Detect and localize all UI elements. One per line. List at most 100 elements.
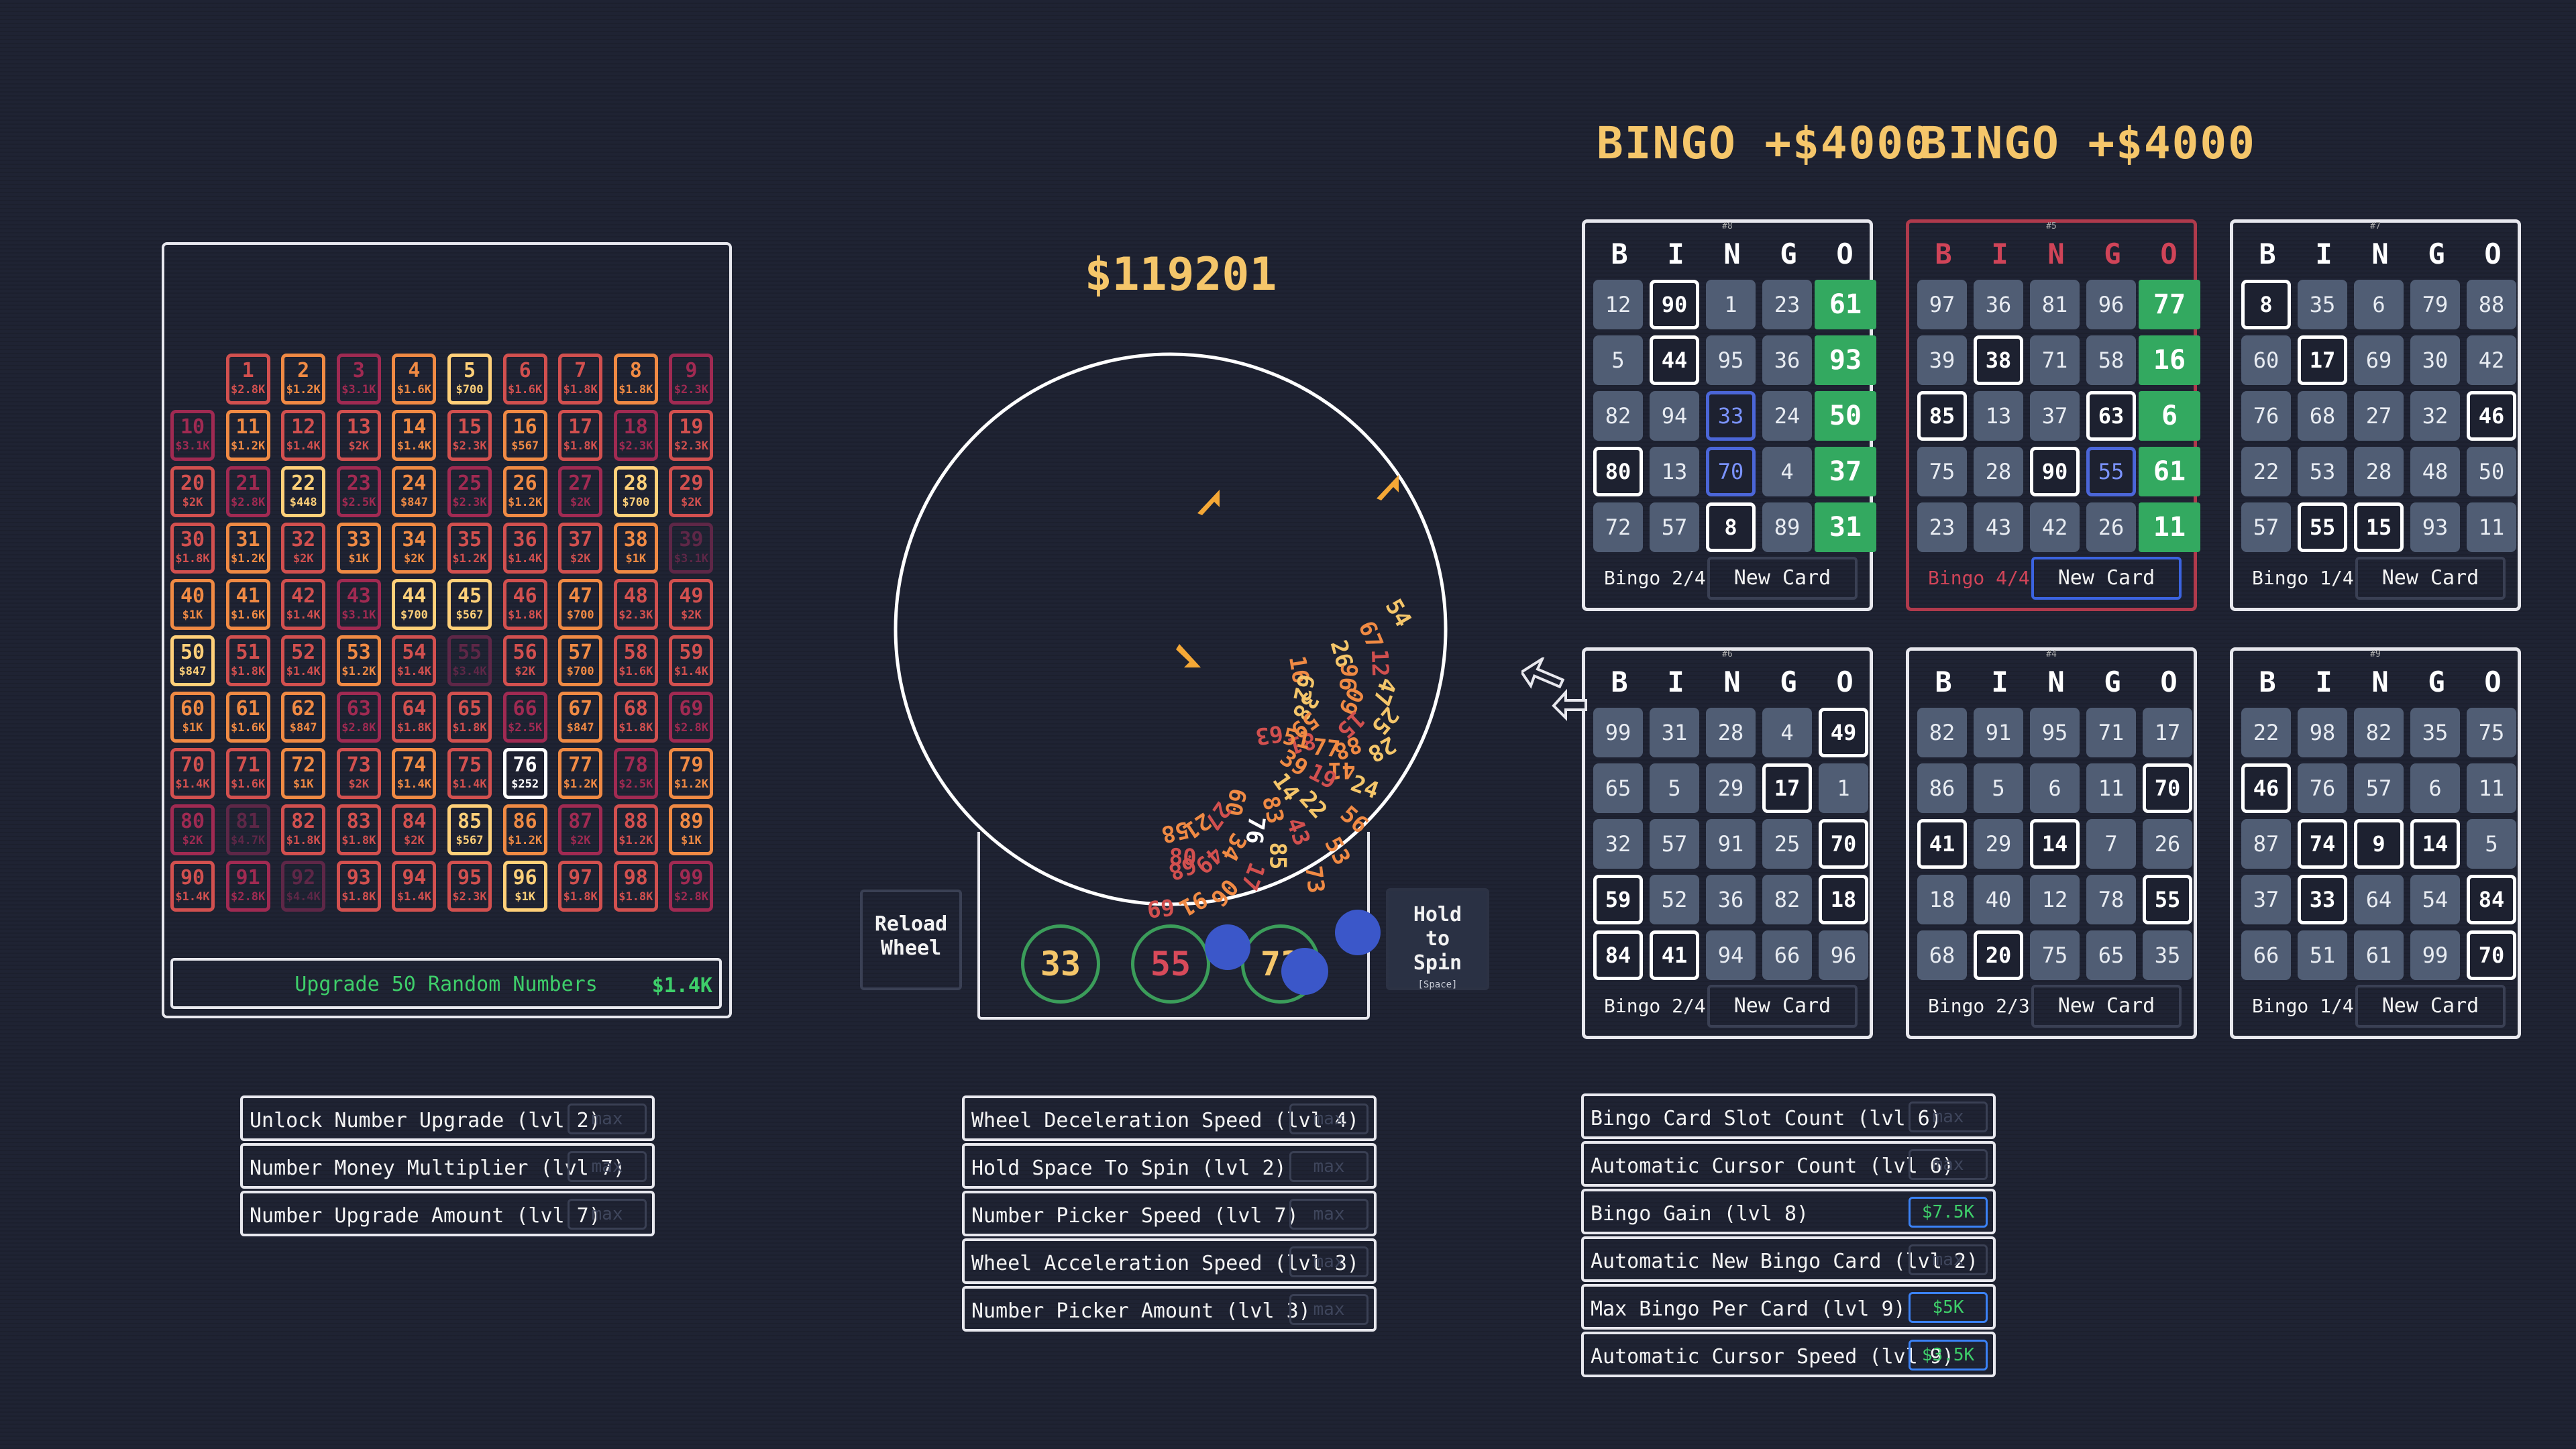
bingo-square[interactable]: 33: [1706, 391, 1756, 441]
number-cell[interactable]: 27 $2K: [558, 466, 603, 517]
bingo-square[interactable]: 36: [1762, 335, 1812, 385]
bingo-square[interactable]: 72: [1593, 502, 1643, 552]
bingo-square[interactable]: 25: [1762, 819, 1812, 869]
bingo-square[interactable]: 4: [1762, 708, 1812, 757]
number-cell[interactable]: 56 $2K: [502, 635, 547, 686]
bingo-square[interactable]: 35: [2410, 708, 2460, 757]
number-cell[interactable]: 21 $2.8K: [225, 466, 270, 517]
number-cell[interactable]: 48 $2.3K: [613, 579, 658, 630]
number-cell[interactable]: 69 $2.8K: [669, 692, 714, 743]
bingo-square[interactable]: 27: [2354, 391, 2404, 441]
number-cell[interactable]: 17 $1.8K: [558, 410, 603, 461]
bingo-square[interactable]: 46: [2467, 391, 2516, 441]
number-cell[interactable]: 6 $1.6K: [502, 354, 547, 405]
number-cell[interactable]: 41 $1.6K: [225, 579, 270, 630]
bingo-square[interactable]: 36: [1974, 280, 2023, 329]
bingo-square[interactable]: 70: [2467, 930, 2516, 980]
hold-to-spin-button[interactable]: Hold to Spin [Space]: [1386, 888, 1489, 990]
bingo-square[interactable]: 9: [2354, 819, 2404, 869]
bingo-square[interactable]: 53: [2298, 447, 2347, 496]
bingo-square[interactable]: 17: [2143, 708, 2192, 757]
number-cell[interactable]: 32 $2K: [281, 523, 326, 574]
bingo-square[interactable]: 35: [2143, 930, 2192, 980]
upgrade-row[interactable]: Number Money Multiplier (lvl 7) max: [240, 1143, 655, 1189]
bingo-square[interactable]: 50: [1815, 391, 1876, 441]
number-cell[interactable]: 36 $1.4K: [502, 523, 547, 574]
bingo-square[interactable]: 65: [1593, 763, 1643, 813]
bingo-square[interactable]: 5: [1650, 763, 1699, 813]
number-cell[interactable]: 98 $1.8K: [613, 861, 658, 912]
upgrade-row[interactable]: Unlock Number Upgrade (lvl 2) max: [240, 1095, 655, 1141]
bingo-square[interactable]: 4: [1762, 447, 1812, 496]
bingo-square[interactable]: 12: [2030, 875, 2080, 924]
number-cell[interactable]: 61 $1.6K: [225, 692, 270, 743]
bingo-square[interactable]: 63: [2086, 391, 2136, 441]
bingo-square[interactable]: 68: [1917, 930, 1967, 980]
upgrade-row[interactable]: Number Upgrade Amount (lvl 7) max: [240, 1191, 655, 1236]
bingo-square[interactable]: 42: [2030, 502, 2080, 552]
bingo-square[interactable]: 52: [1650, 875, 1699, 924]
number-cell[interactable]: 86 $1.2K: [502, 804, 547, 855]
number-cell[interactable]: 96 $1K: [502, 861, 547, 912]
number-cell[interactable]: 67 $847: [558, 692, 603, 743]
bingo-square[interactable]: 75: [2467, 708, 2516, 757]
bingo-square[interactable]: 22: [2241, 708, 2291, 757]
bingo-square[interactable]: 91: [1974, 708, 2023, 757]
number-cell[interactable]: 53 $1.2K: [336, 635, 381, 686]
bingo-square[interactable]: 1: [1819, 763, 1868, 813]
number-cell[interactable]: 78 $2.5K: [613, 748, 658, 799]
bingo-square[interactable]: 71: [2086, 708, 2136, 757]
bingo-square[interactable]: 82: [2354, 708, 2404, 757]
number-cell[interactable]: 44 $700: [392, 579, 437, 630]
bingo-square[interactable]: 31: [1815, 502, 1876, 552]
upgrade-cost-button[interactable]: max: [1289, 1246, 1368, 1277]
upgrade-cost-button[interactable]: max: [1289, 1151, 1368, 1182]
bingo-square[interactable]: 18: [1917, 875, 1967, 924]
bingo-square[interactable]: 70: [1706, 447, 1756, 496]
bingo-square[interactable]: 6: [2354, 280, 2404, 329]
bingo-square[interactable]: 93: [2410, 502, 2460, 552]
number-cell[interactable]: 83 $1.8K: [336, 804, 381, 855]
bingo-square[interactable]: 41: [1650, 930, 1699, 980]
number-cell[interactable]: 59 $1.4K: [669, 635, 714, 686]
bingo-square[interactable]: 32: [2410, 391, 2460, 441]
number-cell[interactable]: 50 $847: [170, 635, 215, 686]
bingo-square[interactable]: 70: [1819, 819, 1868, 869]
bingo-square[interactable]: 55: [2086, 447, 2136, 496]
number-cell[interactable]: 30 $1.8K: [170, 523, 215, 574]
bingo-square[interactable]: 69: [2354, 335, 2404, 385]
number-cell[interactable]: 34 $2K: [392, 523, 437, 574]
number-cell[interactable]: 75 $1.4K: [447, 748, 492, 799]
number-cell[interactable]: 84 $2K: [392, 804, 437, 855]
number-cell[interactable]: 31 $1.2K: [225, 523, 270, 574]
bingo-square[interactable]: 36: [1706, 875, 1756, 924]
bingo-square[interactable]: 11: [2467, 763, 2516, 813]
number-cell[interactable]: 80 $2K: [170, 804, 215, 855]
bingo-square[interactable]: 84: [1593, 930, 1643, 980]
bingo-square[interactable]: 6: [2410, 763, 2460, 813]
number-cell[interactable]: 18 $2.3K: [613, 410, 658, 461]
bingo-square[interactable]: 99: [1593, 708, 1643, 757]
number-cell[interactable]: 54 $1.4K: [392, 635, 437, 686]
upgrade-cost-button[interactable]: $3.5K: [1909, 1340, 1988, 1371]
bingo-square[interactable]: 74: [2298, 819, 2347, 869]
bingo-square[interactable]: 48: [2410, 447, 2460, 496]
upgrade-cost-button[interactable]: max: [568, 1104, 647, 1134]
number-cell[interactable]: 77 $1.2K: [558, 748, 603, 799]
bingo-square[interactable]: 57: [1650, 502, 1699, 552]
bingo-square[interactable]: 95: [2030, 708, 2080, 757]
bingo-square[interactable]: 28: [1974, 447, 2023, 496]
bingo-square[interactable]: 12: [1593, 280, 1643, 329]
number-cell[interactable]: 89 $1K: [669, 804, 714, 855]
number-cell[interactable]: 63 $2.8K: [336, 692, 381, 743]
number-cell[interactable]: 47 $700: [558, 579, 603, 630]
bingo-square[interactable]: 23: [1917, 502, 1967, 552]
bingo-square[interactable]: 51: [2298, 930, 2347, 980]
number-cell[interactable]: 88 $1.2K: [613, 804, 658, 855]
number-cell[interactable]: 2 $1.2K: [281, 354, 326, 405]
bingo-square[interactable]: 61: [1815, 280, 1876, 329]
bingo-square[interactable]: 57: [1650, 819, 1699, 869]
number-cell[interactable]: 71 $1.6K: [225, 748, 270, 799]
number-cell[interactable]: 52 $1.4K: [281, 635, 326, 686]
number-cell[interactable]: 81 $4.7K: [225, 804, 270, 855]
